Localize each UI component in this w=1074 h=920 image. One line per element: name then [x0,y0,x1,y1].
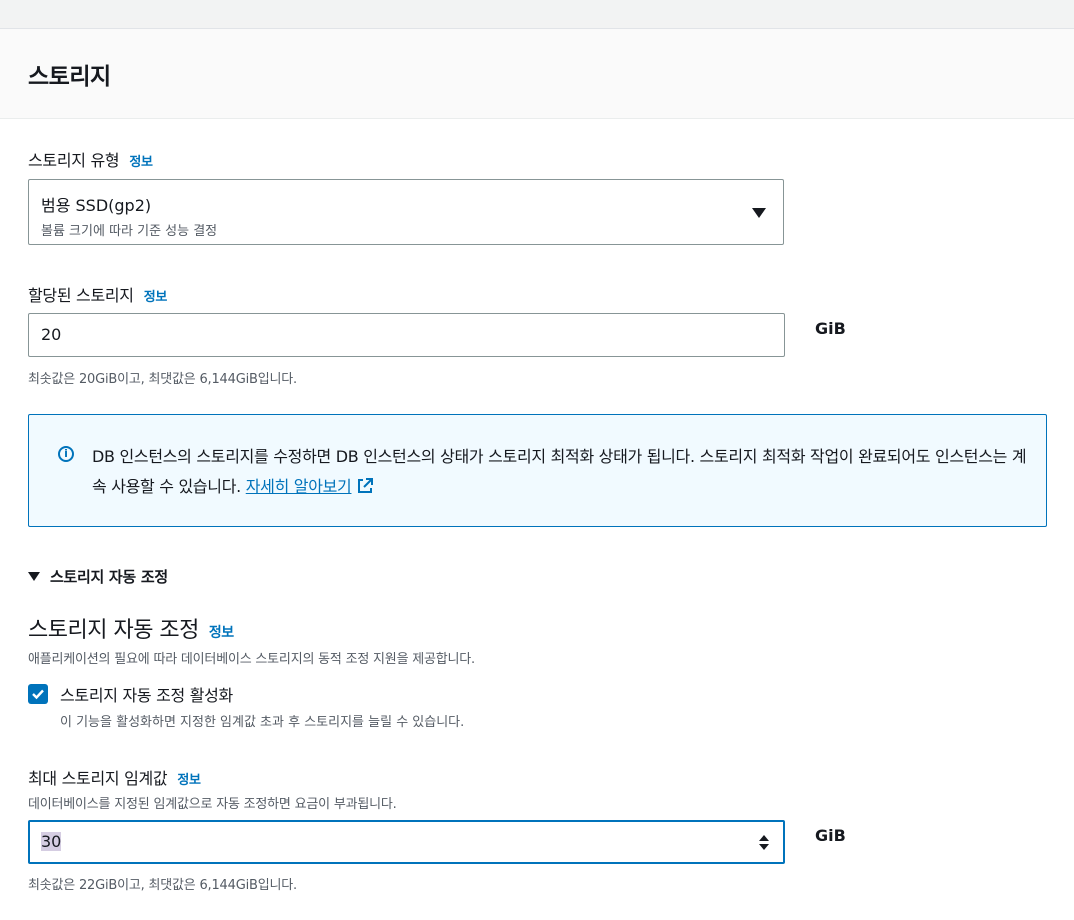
max-threshold-unit: GiB [815,826,846,845]
caret-down-icon [28,572,40,581]
caret-down-icon [752,208,766,218]
max-threshold-label: 최대 스토리지 임계값 정보 [28,769,201,788]
max-threshold-hint: 최솟값은 22GiB이고, 최댓값은 6,144GiB입니다. [28,878,297,893]
allocated-storage-unit: GiB [815,319,846,338]
stepper-down-icon[interactable] [759,844,769,850]
info-icon: i [58,446,74,462]
autoscaling-checkbox-description: 이 기능을 활성화하면 지정한 임계값 초과 후 스토리지를 늘릴 수 있습니다… [60,715,465,730]
alert-text: DB 인스턴스의 스토리지를 수정하면 DB 인스턴스의 상태가 스토리지 최적… [92,447,1027,496]
top-bar [0,0,1074,29]
storage-type-select[interactable]: 범용 SSD(gp2) 볼륨 크기에 따라 기준 성능 결정 [28,179,784,245]
storage-type-label: 스토리지 유형 정보 [28,151,153,170]
number-stepper[interactable] [759,835,771,851]
autoscaling-description: 애플리케이션의 필요에 따라 데이터베이스 스토리지의 동적 조정 지원을 제공… [28,652,475,667]
checkmark-icon [32,689,44,700]
autoscaling-info-link[interactable]: 정보 [209,625,234,641]
max-threshold-input[interactable]: 30 [28,820,785,864]
autoscaling-heading: 스토리지 자동 조정 정보 [28,618,234,643]
storage-type-info-link[interactable]: 정보 [129,155,153,170]
max-threshold-value: 30 [41,832,62,851]
section-header: 스토리지 [0,29,1074,119]
max-threshold-description: 데이터베이스를 지정된 임계값으로 자동 조정하면 요금이 부과됩니다. [28,797,397,812]
learn-more-link[interactable]: 자세히 알아보기 [246,477,374,496]
info-alert: i DB 인스턴스의 스토리지를 수정하면 DB 인스턴스의 상태가 스토리지 … [28,414,1047,527]
external-link-icon [358,478,374,493]
storage-type-selected-value: 범용 SSD(gp2) [41,196,152,215]
autoscaling-expander[interactable]: 스토리지 자동 조정 [28,566,168,587]
allocated-storage-input[interactable]: 20 [28,313,785,357]
allocated-storage-label: 할당된 스토리지 정보 [28,286,168,305]
autoscaling-checkbox-label[interactable]: 스토리지 자동 조정 활성화 [60,682,233,706]
allocated-storage-hint: 최솟값은 20GiB이고, 최댓값은 6,144GiB입니다. [28,372,297,387]
stepper-up-icon[interactable] [759,835,769,841]
autoscaling-checkbox[interactable] [28,684,48,704]
storage-type-description: 볼륨 크기에 따라 기준 성능 결정 [41,224,218,239]
allocated-storage-info-link[interactable]: 정보 [144,290,168,305]
max-threshold-info-link[interactable]: 정보 [177,773,201,788]
section-title: 스토리지 [28,64,111,90]
